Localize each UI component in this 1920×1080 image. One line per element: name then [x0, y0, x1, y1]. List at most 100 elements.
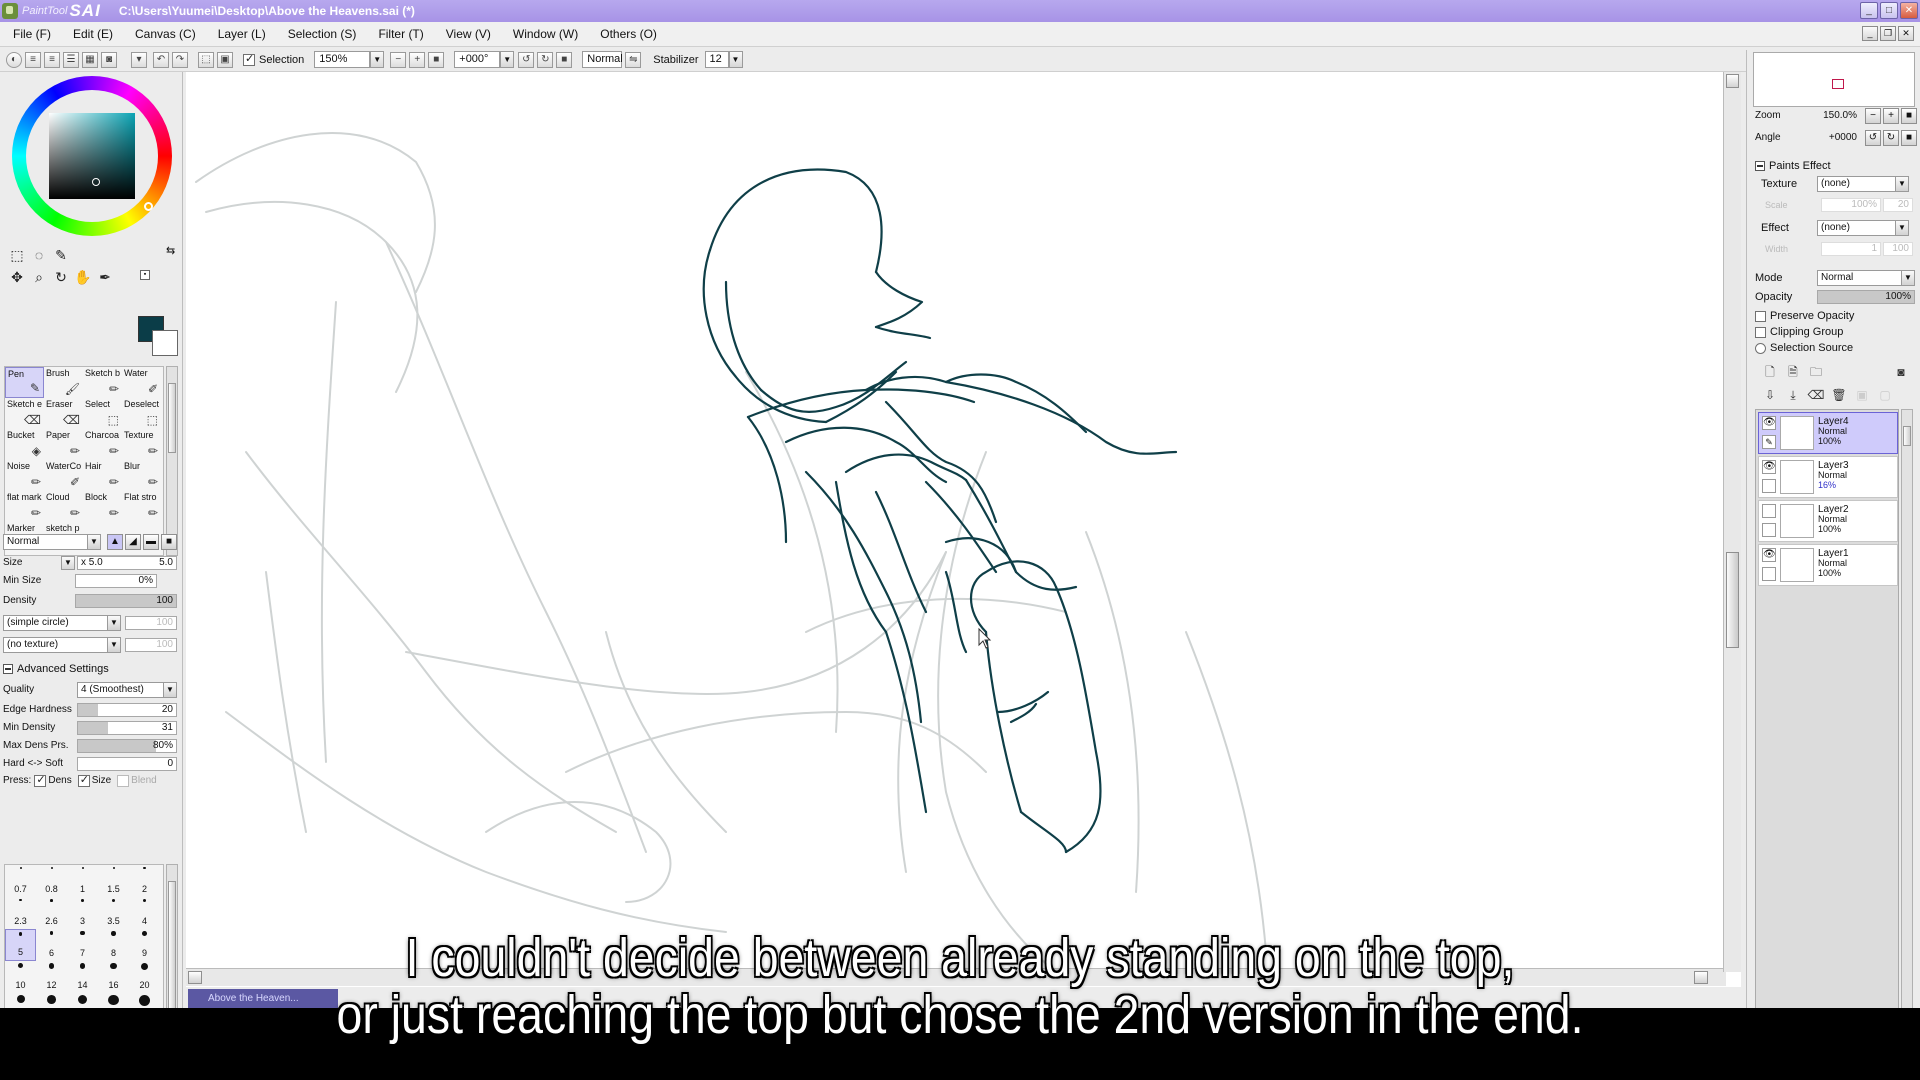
quality-select[interactable]: 4 (Smoothest) ▼ [77, 681, 177, 698]
zoom-in-icon[interactable]: + [409, 51, 426, 68]
brush-tip-flat-icon[interactable]: ▬ [143, 533, 159, 550]
delete-layer-icon[interactable]: 🗑 [1830, 386, 1848, 404]
navigator-preview[interactable] [1753, 52, 1915, 107]
brush-tip-round-icon[interactable]: ◢ [125, 533, 141, 550]
eye-icon[interactable]: 👁 [1762, 548, 1776, 562]
press-dens-checkbox[interactable] [34, 773, 47, 787]
doc-close-icon[interactable]: ✕ [1898, 26, 1914, 41]
min-density-slider[interactable]: 31 [77, 720, 177, 735]
brush-tip-sharp-icon[interactable]: ▲ [107, 533, 123, 550]
rotate-reset-icon[interactable]: ■ [556, 51, 573, 68]
rotate-left-icon[interactable]: ↺ [518, 51, 535, 68]
eyedropper-icon[interactable]: ✒ [96, 268, 114, 286]
brush-size-10[interactable]: 10 [5, 961, 36, 993]
scroll-up-icon[interactable] [1726, 74, 1739, 88]
color-wheel[interactable] [12, 76, 172, 236]
preserve-opacity-row[interactable]: Preserve Opacity [1755, 310, 1915, 322]
eye-icon[interactable]: 👁 [1762, 460, 1776, 474]
swatch-mode-icon[interactable]: ☰ [63, 51, 79, 68]
pe-scale-strength[interactable]: 20 [1883, 198, 1913, 212]
brush-slot-water[interactable]: Water ✐ [122, 367, 161, 398]
nav-zoom-out-icon[interactable]: − [1865, 108, 1881, 124]
brush-size-2-3[interactable]: 2.3 [5, 897, 36, 929]
nav-zoom-reset-icon[interactable]: ■ [1901, 108, 1917, 124]
collapse-icon[interactable] [3, 664, 13, 674]
brush-slot-block[interactable]: Block ✏ [83, 491, 122, 522]
menu-others[interactable]: Others (O) [587, 27, 666, 41]
layer-list-scrollbar[interactable] [1901, 409, 1913, 1009]
brush-size-1[interactable]: 1 [67, 865, 98, 897]
brush-slot-sketch-e[interactable]: Sketch e ⌫ [5, 398, 44, 429]
brush-size-0-7[interactable]: 0.7 [5, 865, 36, 897]
size-multiplier-dropdown-icon[interactable]: ▼ [61, 555, 75, 570]
saturation-value-square[interactable] [49, 113, 135, 199]
press-size-checkbox[interactable] [77, 773, 90, 787]
scratchpad-mode-icon[interactable]: ▦ [82, 51, 98, 68]
layer-lock-icon[interactable] [1762, 523, 1776, 537]
hard-soft-slider[interactable]: 0 [77, 756, 177, 771]
selection-checkbox[interactable] [243, 52, 255, 66]
menu-view[interactable]: View (V) [433, 27, 500, 41]
new-layer-icon[interactable]: 🗋 [1761, 363, 1779, 381]
minimize-icon[interactable]: _ [1860, 2, 1878, 19]
brush-size-12[interactable]: 12 [36, 961, 67, 993]
brush-size-2[interactable]: 2 [129, 865, 160, 897]
brush-grid-scrollbar[interactable] [166, 366, 178, 556]
menu-canvas[interactable]: Canvas (C) [122, 27, 205, 41]
swap-colors-icon[interactable]: ⇆ [166, 244, 175, 257]
brush-slot-texture[interactable]: Texture ✏ [122, 429, 161, 460]
brush-slot-select[interactable]: Select ⬚ [83, 398, 122, 429]
brush-size-7[interactable]: 7 [67, 929, 98, 961]
preserve-opacity-checkbox[interactable] [1755, 310, 1766, 322]
density-slider[interactable]: 100 [75, 593, 177, 608]
view-mode-field[interactable]: Normal [582, 51, 623, 68]
brush-size-2-6[interactable]: 2.6 [36, 897, 67, 929]
brush-size-0-8[interactable]: 0.8 [36, 865, 67, 897]
pe-width-slider[interactable]: 1 [1821, 242, 1881, 256]
layer-lock-icon[interactable] [1762, 479, 1776, 493]
brush-size-6[interactable]: 6 [36, 929, 67, 961]
brush-slot-hair[interactable]: Hair ✏ [83, 460, 122, 491]
menu-window[interactable]: Window (W) [500, 27, 587, 41]
navigator-view-frame[interactable] [1832, 79, 1844, 89]
stabilizer-dropdown-icon[interactable]: ▼ [728, 51, 743, 68]
eye-hidden-icon[interactable] [1762, 504, 1776, 518]
magic-wand-icon[interactable]: ✎ [52, 246, 70, 264]
size-grid-scroll-thumb[interactable] [168, 881, 176, 1021]
doc-restore-icon[interactable]: ❐ [1880, 26, 1896, 41]
clipping-group-checkbox[interactable] [1755, 326, 1766, 338]
sketch-artwork[interactable] [186, 72, 1726, 972]
sv-picker-marker[interactable] [92, 178, 100, 186]
brush-size-14[interactable]: 14 [67, 961, 98, 993]
brush-slot-brush[interactable]: Brush 🖌 [44, 367, 83, 398]
deselect-icon[interactable]: ⬚ [198, 51, 214, 68]
advanced-settings-header[interactable]: Advanced Settings [3, 663, 109, 675]
brush-size-5[interactable]: 5 [5, 929, 36, 961]
new-folder-icon[interactable]: 🗀 [1807, 363, 1825, 381]
brush-slot-sketch-b[interactable]: Sketch b ✏ [83, 367, 122, 398]
layer-list-scroll-thumb[interactable] [1903, 426, 1911, 446]
brush-slot-bucket[interactable]: Bucket ◈ [5, 429, 44, 460]
color-wheel-mode-icon[interactable]: ◐ [6, 51, 22, 68]
paints-effect-header[interactable]: Paints Effect [1755, 160, 1831, 172]
color-mixer-icon[interactable]: ◙ [101, 51, 117, 68]
menu-filter[interactable]: Filter (T) [365, 27, 432, 41]
brush-slot-flat-stro[interactable]: Flat stro ✏ [122, 491, 161, 522]
maximize-icon[interactable]: □ [1880, 2, 1898, 19]
shape-strength-slider[interactable]: 100 [125, 615, 177, 630]
zoom-dropdown-icon[interactable]: ▼ [370, 51, 385, 68]
document-tab[interactable]: Above the Heaven... [188, 989, 338, 1008]
rotate-icon[interactable]: ↻ [52, 268, 70, 286]
zoom-field[interactable]: 150% [314, 51, 371, 68]
pe-scale-slider[interactable]: 100% [1821, 198, 1881, 212]
canvas-vertical-scroll-thumb[interactable] [1726, 552, 1739, 648]
transfer-down-icon[interactable]: ⇩ [1761, 386, 1779, 404]
eye-icon[interactable]: 👁 [1762, 416, 1776, 430]
new-linework-layer-icon[interactable]: 🗎 [1784, 363, 1802, 381]
size-slider[interactable]: x 5.0 5.0 [77, 555, 177, 570]
menu-layer[interactable]: Layer (L) [205, 27, 275, 41]
edge-hardness-slider[interactable]: 20 [77, 702, 177, 717]
undo-icon[interactable]: ↶ [153, 51, 169, 68]
pe-texture-select[interactable]: (none) ▼ [1817, 176, 1909, 192]
min-size-slider[interactable]: 0% [75, 573, 157, 588]
